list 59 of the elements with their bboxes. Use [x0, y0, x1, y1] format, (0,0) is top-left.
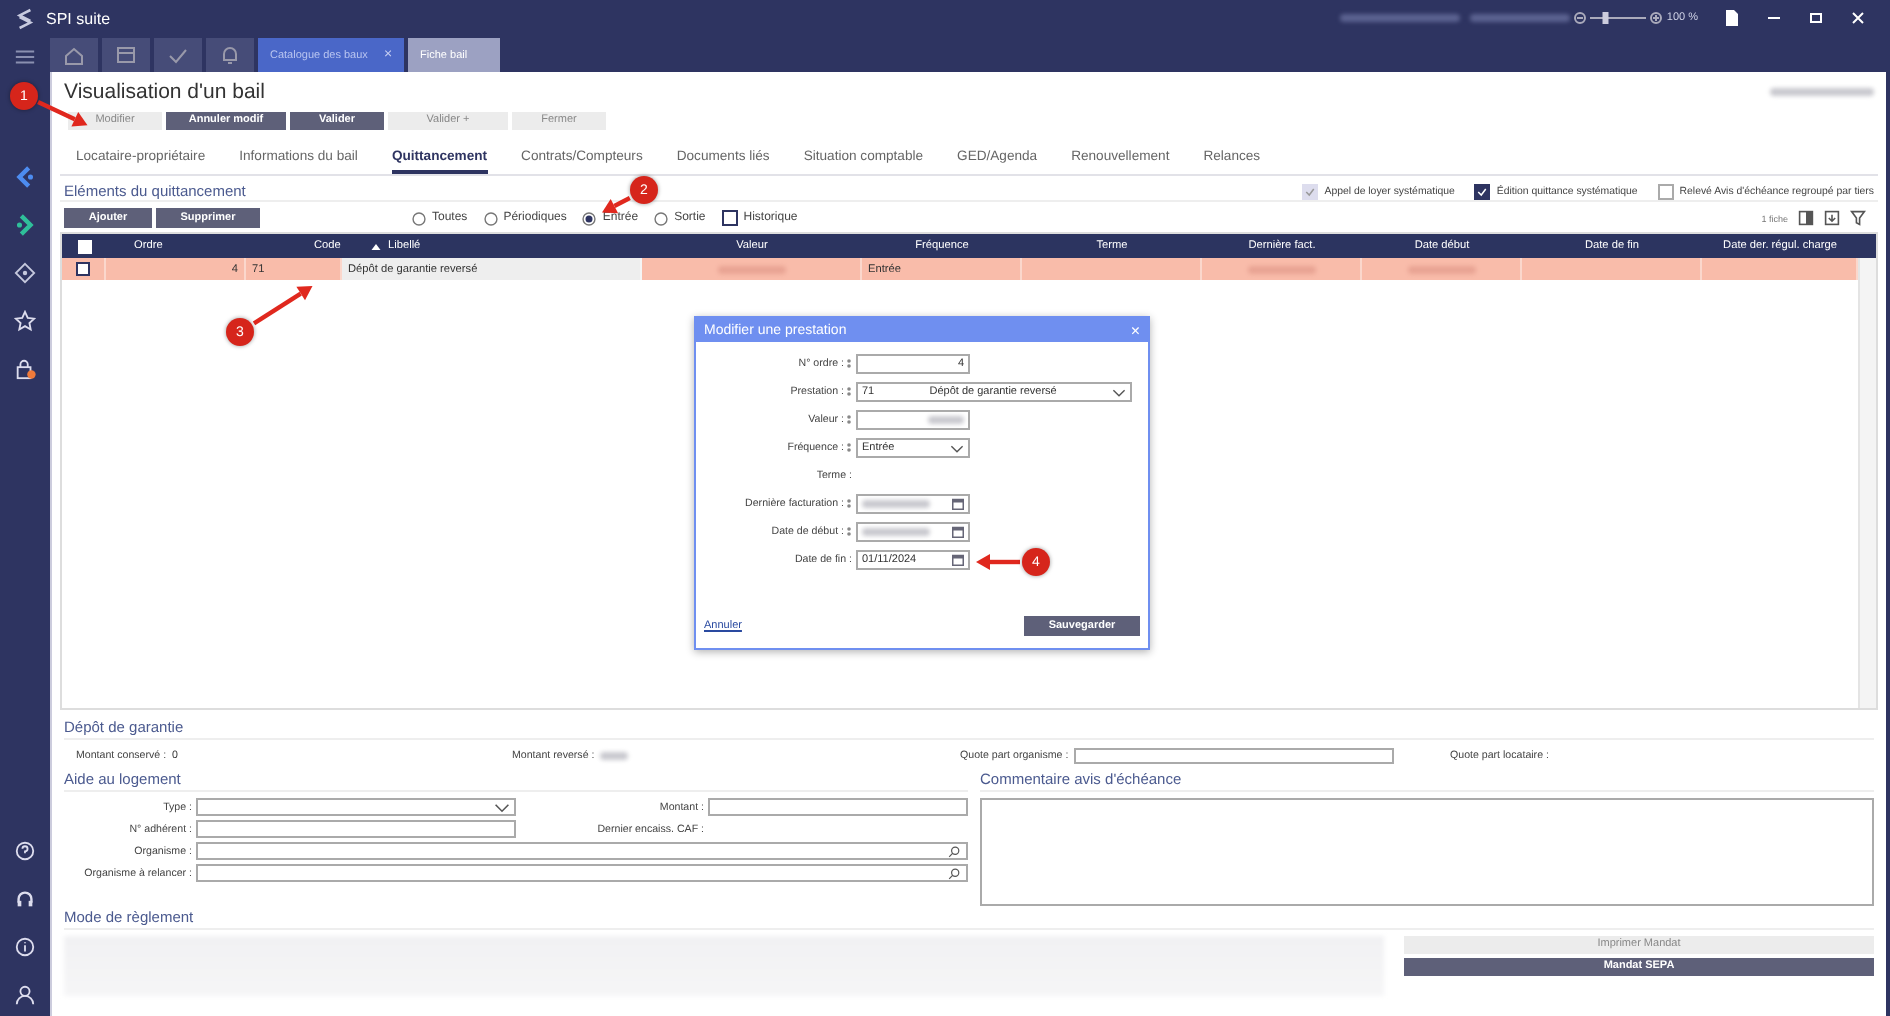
- radio-button[interactable]: [483, 211, 498, 225]
- close-icon[interactable]: [1850, 8, 1866, 28]
- calendar-icon: [952, 554, 964, 566]
- row-checkbox[interactable]: [76, 262, 90, 276]
- calendar-icon: [952, 498, 964, 510]
- input-field[interactable]: [856, 410, 970, 430]
- chevron-down-icon: [950, 443, 964, 453]
- checkbox[interactable]: [1657, 183, 1674, 199]
- help-icon[interactable]: [14, 840, 36, 862]
- zoom-slider[interactable]: [1590, 10, 1647, 26]
- sort-ascending-icon: [370, 241, 382, 251]
- dropdown-field[interactable]: [196, 798, 516, 816]
- diamond-icon[interactable]: [14, 262, 36, 284]
- info-icon[interactable]: [14, 936, 36, 958]
- radio-button[interactable]: [654, 211, 669, 225]
- search-field[interactable]: [196, 842, 968, 860]
- restore-icon[interactable]: [1808, 8, 1824, 28]
- calendar-icon: [952, 526, 964, 538]
- date-field[interactable]: [856, 494, 970, 514]
- input-field[interactable]: [196, 820, 516, 838]
- menu-icon[interactable]: [14, 46, 36, 68]
- search-icon: [946, 845, 962, 857]
- checkbox[interactable]: [1474, 183, 1491, 199]
- filter-icon[interactable]: [1850, 210, 1866, 226]
- blurred-text: [600, 752, 629, 760]
- select-all-checkbox[interactable]: [77, 239, 91, 253]
- star-icon[interactable]: [14, 310, 36, 332]
- app-title: SPI suite: [46, 9, 111, 27]
- zoom-in-icon[interactable]: [1650, 12, 1663, 24]
- input-field[interactable]: [708, 798, 968, 816]
- radio-button[interactable]: [412, 211, 426, 225]
- search-icon: [946, 867, 962, 879]
- blurred-text: [1340, 14, 1461, 22]
- headset-icon[interactable]: [14, 888, 36, 910]
- logo-icon: [16, 7, 34, 29]
- blurred-text: [1770, 88, 1874, 96]
- input-field[interactable]: [1074, 748, 1395, 764]
- chevron-down-icon: [494, 801, 510, 813]
- bell-icon[interactable]: [206, 38, 254, 72]
- comment-field[interactable]: [980, 798, 1874, 906]
- chevron-left-icon[interactable]: [14, 166, 36, 188]
- scrollbar[interactable]: [1858, 258, 1876, 708]
- search-field[interactable]: [196, 864, 968, 882]
- blurred-text: [1470, 14, 1571, 22]
- document-icon[interactable]: [1724, 8, 1740, 28]
- chevron-down-icon: [1112, 387, 1126, 397]
- radio-button[interactable]: [582, 211, 597, 225]
- chevron-right-icon[interactable]: [14, 214, 36, 236]
- user-icon[interactable]: [14, 984, 36, 1006]
- date-field[interactable]: [856, 522, 970, 542]
- zoom-out-icon[interactable]: [1574, 12, 1587, 24]
- lock-icon[interactable]: [14, 358, 36, 380]
- calendar-icon[interactable]: [102, 38, 150, 72]
- checkbox[interactable]: [721, 210, 738, 226]
- columns-icon[interactable]: [1798, 210, 1814, 226]
- page-title: Visualisation d'un bail: [64, 80, 265, 104]
- check-icon[interactable]: [154, 38, 202, 72]
- home-icon[interactable]: [50, 38, 98, 72]
- export-icon[interactable]: [1824, 210, 1840, 226]
